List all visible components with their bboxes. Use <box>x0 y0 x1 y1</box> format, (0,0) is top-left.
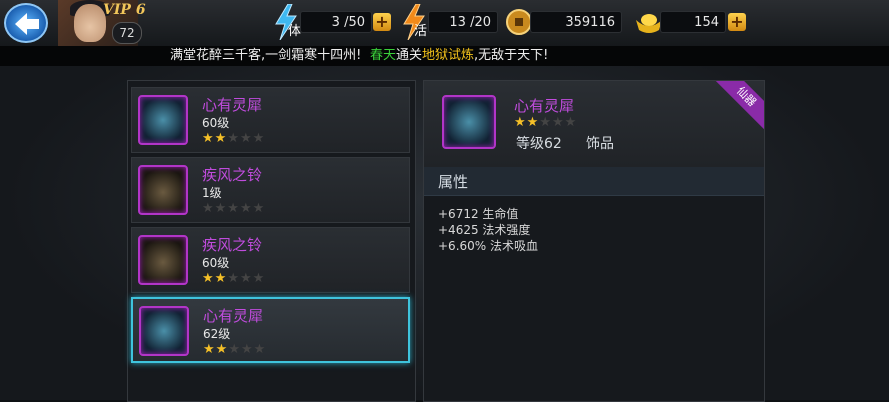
quality-badge: 仙器 <box>710 81 764 133</box>
back-arrow-icon <box>15 13 39 35</box>
marquee-text-1: 满堂花醉三千客,一剑霜寒十四州! <box>170 48 362 63</box>
amulet-icon <box>139 306 189 356</box>
item-name: 疾风之铃 <box>202 236 263 254</box>
detail-header: 心有灵犀 ★★★★★ 等级62 饰品 仙器 <box>424 81 764 168</box>
item-level: 60级 <box>202 116 230 130</box>
item-level: 62级 <box>203 327 231 341</box>
player-level: 72 <box>112 22 142 44</box>
detail-type: 饰品 <box>586 136 614 152</box>
item-stars: ★★★★★ <box>203 342 267 357</box>
detail-name: 心有灵犀 <box>514 97 575 115</box>
announcement-marquee: 满堂花醉三千客,一剑霜寒十四州! 春天 通关 地狱试炼 ,无敌于天下! <box>0 46 889 66</box>
top-bar: VIP 6 72 体 3 /50 + 活 13 /20 359116 154 + <box>0 0 889 47</box>
energy-label: 活 <box>414 24 428 39</box>
stat-spell-power: +4625 法术强度 <box>438 223 531 237</box>
bell-icon <box>138 235 188 285</box>
amulet-icon <box>442 95 496 149</box>
item-level: 1级 <box>202 186 222 200</box>
item-name: 心有灵犀 <box>203 307 264 325</box>
item-name: 心有灵犀 <box>202 96 263 114</box>
detail-level: 等级62 <box>516 136 562 152</box>
back-button[interactable] <box>4 3 48 43</box>
detail-stars: ★★★★★ <box>514 115 578 130</box>
list-item-2[interactable]: 疾风之铃 60级 ★★★★★ <box>131 227 410 293</box>
add-gold-button[interactable]: + <box>728 13 746 31</box>
marquee-text-4: 地狱试炼 <box>422 48 475 63</box>
add-stamina-button[interactable]: + <box>373 13 391 31</box>
item-stars: ★★★★★ <box>202 271 266 286</box>
stat-hp: +6712 生命值 <box>438 207 519 221</box>
item-list-panel: 心有灵犀 60级 ★★★★★ 疾风之铃 1级 ★★★★★ 疾风之铃 60级 ★★… <box>127 80 416 402</box>
list-item-3-selected[interactable]: 心有灵犀 62级 ★★★★★ <box>131 297 410 363</box>
marquee-text-2: 春天 <box>370 48 397 63</box>
attributes-header: 属性 <box>424 167 764 196</box>
gold-value: 154 <box>660 11 726 33</box>
vip-label: VIP 6 <box>103 2 146 18</box>
stat-spell-vamp: +6.60% 法术吸血 <box>438 239 538 253</box>
stamina-value: 3 /50 <box>300 11 372 33</box>
amulet-icon <box>138 95 188 145</box>
marquee-text-5: ,无敌于天下! <box>474 48 549 63</box>
marquee-text-3: 通关 <box>396 48 423 63</box>
energy-value: 13 /20 <box>428 11 498 33</box>
coin-icon <box>506 9 532 35</box>
item-level: 60级 <box>202 256 230 270</box>
attributes-title: 属性 <box>438 173 469 191</box>
item-stars: ★★★★★ <box>202 201 266 216</box>
coins-value: 359116 <box>530 11 622 33</box>
item-detail-panel: 心有灵犀 ★★★★★ 等级62 饰品 仙器 属性 +6712 生命值 +4625… <box>423 80 765 402</box>
item-stars: ★★★★★ <box>202 131 266 146</box>
bell-icon <box>138 165 188 215</box>
list-item-1[interactable]: 疾风之铃 1级 ★★★★★ <box>131 157 410 223</box>
list-item-0[interactable]: 心有灵犀 60级 ★★★★★ <box>131 87 410 153</box>
item-name: 疾风之铃 <box>202 166 263 184</box>
